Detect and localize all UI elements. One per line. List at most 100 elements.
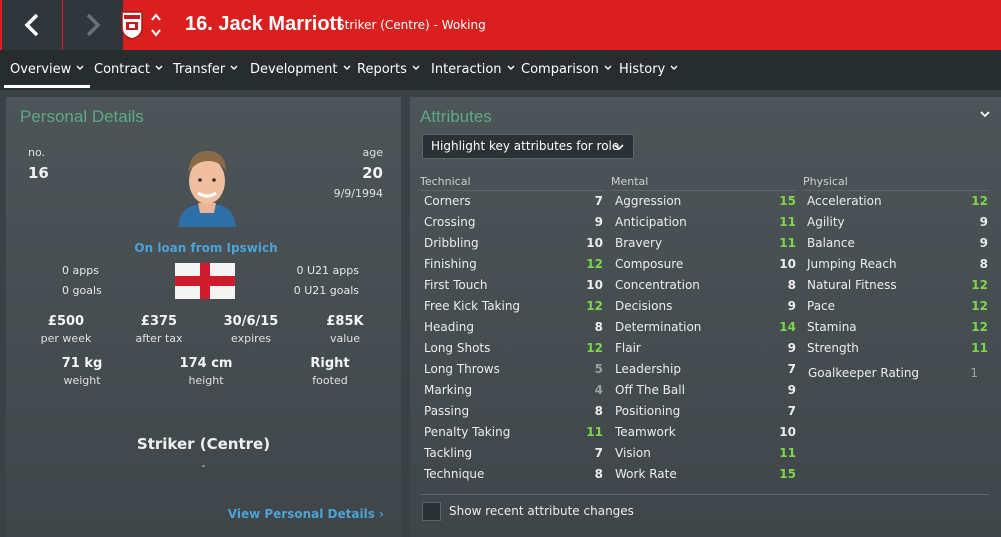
attribute-row[interactable]: Bravery 11	[615, 233, 796, 254]
attribute-name: Dribbling	[424, 236, 479, 250]
attribute-row[interactable]: Heading 8	[424, 317, 603, 338]
wage-label: per week	[40, 332, 92, 345]
attribute-value: 9	[787, 299, 796, 313]
tab-development[interactable]: Development	[250, 50, 351, 90]
chevron-down-icon	[230, 65, 238, 70]
attribute-row[interactable]: Natural Fitness 12	[807, 275, 988, 296]
attribute-row[interactable]: Work Rate 15	[615, 464, 796, 485]
attribute-row[interactable]: Strength 11	[807, 338, 988, 359]
attribute-row[interactable]: Technique 8	[424, 464, 603, 485]
attribute-row[interactable]: Crossing 9	[424, 212, 603, 233]
squad-number: 16	[28, 164, 49, 182]
dropdown-value: Highlight key attributes for role	[431, 139, 620, 153]
chevron-down-icon	[343, 65, 351, 70]
attribute-row[interactable]: Marking 4	[424, 380, 603, 401]
attribute-value: 9	[979, 236, 988, 250]
attribute-row[interactable]: Pace 12	[807, 296, 988, 317]
attribute-row[interactable]: Determination 14	[615, 317, 796, 338]
attribute-row[interactable]: Dribbling 10	[424, 233, 603, 254]
chevron-right-icon	[86, 13, 101, 37]
attribute-row[interactable]: Acceleration 12	[807, 191, 988, 212]
attribute-row[interactable]: Aggression 15	[615, 191, 796, 212]
attribute-value: 7	[594, 194, 603, 208]
attribute-name: Jumping Reach	[807, 257, 897, 271]
attribute-row[interactable]: Finishing 12	[424, 254, 603, 275]
attribute-name: Long Shots	[424, 341, 491, 355]
attribute-name: Long Throws	[424, 362, 500, 376]
attribute-value: 12	[586, 257, 603, 271]
player-photo[interactable]	[174, 143, 240, 227]
attribute-row[interactable]: Flair 9	[615, 338, 796, 359]
apps-count: 0 apps	[62, 264, 99, 277]
attribute-name: Stamina	[807, 320, 857, 334]
attribute-row[interactable]: Balance 9	[807, 233, 988, 254]
attribute-row[interactable]: Stamina 12	[807, 317, 988, 338]
player-value-label: value	[329, 332, 361, 345]
tab-history[interactable]: History	[619, 50, 678, 90]
attribute-row[interactable]: Free Kick Taking 12	[424, 296, 603, 317]
player-value: £85K	[326, 314, 364, 329]
chevron-down-icon	[604, 65, 612, 70]
attribute-value: 12	[586, 341, 603, 355]
attribute-row[interactable]: Long Throws 5	[424, 359, 603, 380]
weight-label: weight	[63, 374, 101, 387]
attribute-value: 9	[787, 341, 796, 355]
attribute-row[interactable]: Off The Ball 9	[615, 380, 796, 401]
club-crest-icon[interactable]	[120, 10, 144, 40]
u21-goals-count: 0 U21 goals	[293, 284, 359, 297]
attribute-name: Bravery	[615, 236, 663, 250]
attribute-row[interactable]: First Touch 10	[424, 275, 603, 296]
tab-reports[interactable]: Reports	[357, 50, 420, 90]
attribute-row[interactable]: Leadership 7	[615, 359, 796, 380]
attribute-row[interactable]: Positioning 7	[615, 401, 796, 422]
attribute-row[interactable]: Corners 7	[424, 191, 603, 212]
loan-info-link[interactable]: On loan from Ipswich	[106, 241, 306, 255]
attribute-row[interactable]: Composure 10	[615, 254, 796, 275]
tab-overview[interactable]: Overview	[3, 50, 91, 90]
attribute-row[interactable]: Agility 9	[807, 212, 988, 233]
tab-comparison[interactable]: Comparison	[521, 50, 612, 90]
attribute-value: 12	[971, 299, 988, 313]
show-changes-checkbox[interactable]	[422, 502, 441, 521]
attribute-row[interactable]: Teamwork 10	[615, 422, 796, 443]
attribute-row[interactable]: Long Shots 12	[424, 338, 603, 359]
attribute-name: Determination	[615, 320, 702, 334]
tab-contract[interactable]: Contract	[94, 50, 163, 90]
chevron-left-icon	[24, 13, 39, 37]
attribute-value: 9	[594, 215, 603, 229]
club-switch-icon[interactable]	[150, 12, 162, 38]
attribute-name: Acceleration	[807, 194, 882, 208]
attribute-row[interactable]: Decisions 9	[615, 296, 796, 317]
chevron-down-icon	[412, 65, 420, 70]
page-title: 16. Jack Marriott	[185, 13, 343, 35]
attribute-value: 11	[971, 341, 988, 355]
attribute-value: 10	[586, 278, 603, 292]
collapse-chevron-icon[interactable]	[979, 109, 991, 119]
forward-button[interactable]	[63, 0, 123, 50]
attribute-name: Penalty Taking	[424, 425, 511, 439]
attribute-row[interactable]: Tackling 7	[424, 443, 603, 464]
attribute-row[interactable]: Vision 11	[615, 443, 796, 464]
view-personal-details-link[interactable]: View Personal Details ›	[228, 507, 384, 521]
attribute-row[interactable]: Jumping Reach 8	[807, 254, 988, 275]
attribute-name: Free Kick Taking	[424, 299, 521, 313]
highlight-attributes-dropdown[interactable]: Highlight key attributes for role	[422, 134, 634, 159]
back-button[interactable]	[2, 0, 62, 50]
tab-interaction[interactable]: Interaction	[431, 50, 515, 90]
u21-apps-count: 0 U21 apps	[296, 264, 359, 277]
attribute-row[interactable]: Concentration 8	[615, 275, 796, 296]
wage-value: £500	[47, 314, 85, 329]
england-flag-icon[interactable]	[175, 263, 235, 299]
attribute-value: 8	[979, 257, 988, 271]
attribute-row[interactable]: Anticipation 11	[615, 212, 796, 233]
attribute-row[interactable]: Passing 8	[424, 401, 603, 422]
position-secondary: -	[201, 459, 206, 472]
attribute-name: Off The Ball	[615, 383, 685, 397]
attribute-row[interactable]: Penalty Taking 11	[424, 422, 603, 443]
tab-label: History	[619, 62, 666, 77]
goalkeeper-rating-row[interactable]: Goalkeeper Rating 1	[808, 363, 978, 384]
squad-number-label: no.	[28, 146, 46, 159]
attribute-name: Anticipation	[615, 215, 687, 229]
tab-transfer[interactable]: Transfer	[173, 50, 238, 90]
header-bar: 16. Jack Marriott Striker (Centre) - Wok…	[0, 0, 1001, 50]
